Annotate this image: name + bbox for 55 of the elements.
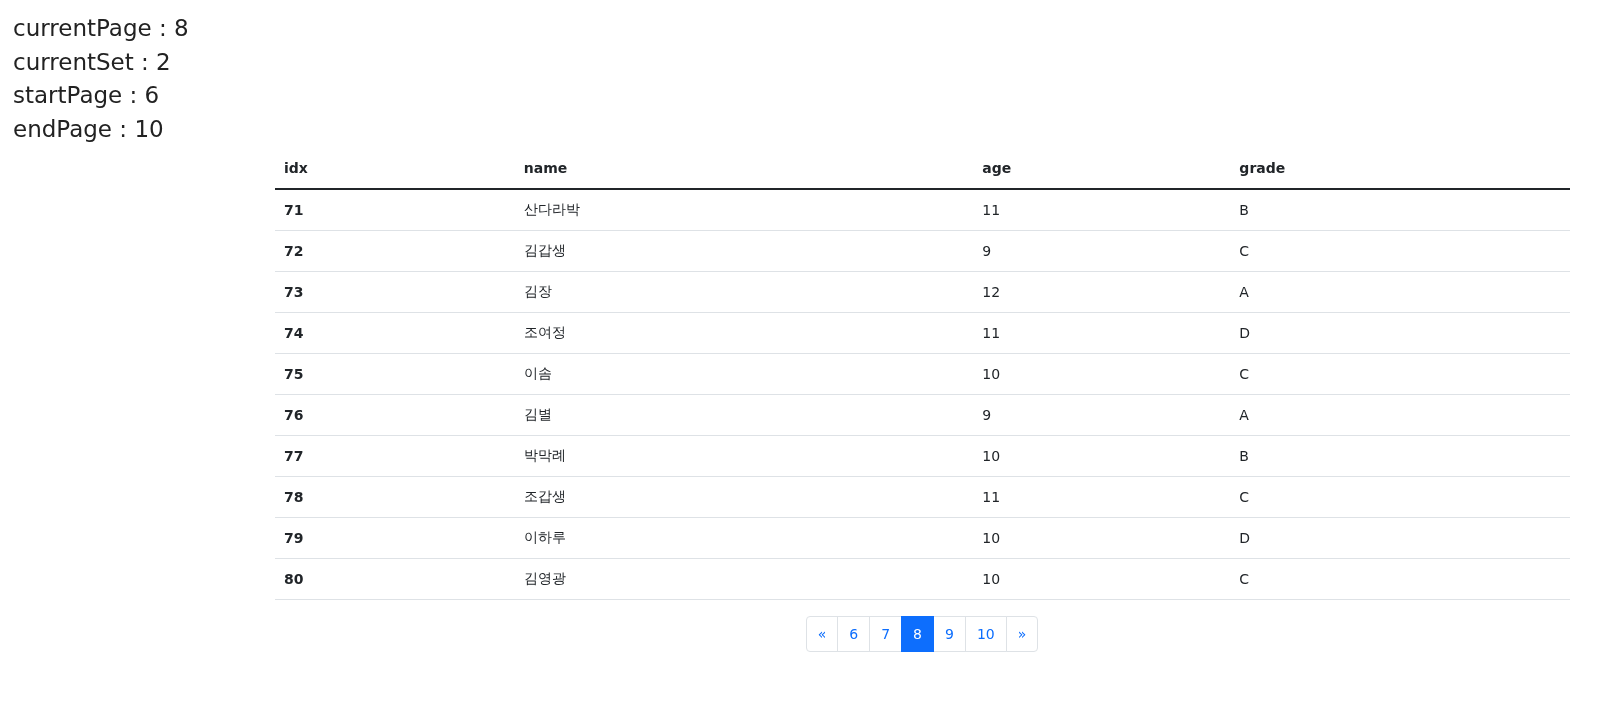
table-cell: 11 <box>973 312 1231 354</box>
table-cell: C <box>1230 476 1570 518</box>
table-cell: 80 <box>275 558 515 600</box>
table-cell: 박막례 <box>514 435 974 477</box>
info-text: currentPage : 8 <box>13 14 190 43</box>
table-cell: D <box>1230 517 1570 559</box>
page-button[interactable]: 8 <box>901 616 934 652</box>
table-cell: B <box>1230 189 1570 231</box>
table-cell: 조여정 <box>514 312 974 354</box>
table-cell: 10 <box>973 558 1231 600</box>
info-text: currentSet : 2 <box>13 47 172 77</box>
column-header: idx <box>275 148 515 189</box>
table-cell: 74 <box>275 312 515 354</box>
table-cell: 71 <box>275 189 515 231</box>
info-text: startPage : 6 <box>13 81 161 110</box>
table-cell: 조갑생 <box>514 476 974 518</box>
table-cell: B <box>1230 435 1570 477</box>
table-cell: 72 <box>275 230 515 272</box>
column-header: age <box>973 148 1231 189</box>
table-cell: 산다라박 <box>514 189 974 231</box>
table-cell: 김갑생 <box>514 230 974 272</box>
table-cell: 79 <box>275 517 515 559</box>
table-cell: 12 <box>973 271 1231 313</box>
page-button[interactable]: 9 <box>933 616 966 652</box>
page-button[interactable]: « <box>805 616 839 652</box>
table-cell: 78 <box>275 476 515 518</box>
table-cell: 김영광 <box>514 558 974 600</box>
page-button[interactable]: 10 <box>964 616 1007 652</box>
table-cell: D <box>1230 312 1570 354</box>
table-cell: C <box>1230 230 1570 272</box>
table-cell: 9 <box>973 230 1231 272</box>
table-cell: 75 <box>275 353 515 395</box>
page-button[interactable]: » <box>1005 616 1039 652</box>
table-cell: 73 <box>275 271 515 313</box>
column-header: grade <box>1230 148 1570 189</box>
info-text: endPage : 10 <box>13 114 165 144</box>
page-button[interactable]: 7 <box>869 616 903 652</box>
table-cell: 11 <box>973 189 1231 231</box>
table-cell: 77 <box>275 435 515 477</box>
table-cell: A <box>1230 271 1570 313</box>
table-cell: A <box>1230 394 1570 436</box>
table-cell: 10 <box>973 517 1231 559</box>
column-header: name <box>514 148 974 189</box>
table-cell: 김별 <box>514 394 974 436</box>
table-cell: 10 <box>973 353 1231 395</box>
table-cell: C <box>1230 558 1570 600</box>
table-cell: 이솜 <box>514 353 974 395</box>
table-cell: 11 <box>973 476 1231 518</box>
table-cell: C <box>1230 353 1570 395</box>
table-cell: 10 <box>973 435 1231 477</box>
page-button[interactable]: 6 <box>837 616 871 652</box>
table-cell: 김장 <box>514 271 974 313</box>
table-cell: 이하루 <box>514 517 974 559</box>
table-cell: 76 <box>275 394 515 436</box>
table-cell: 9 <box>973 394 1231 436</box>
